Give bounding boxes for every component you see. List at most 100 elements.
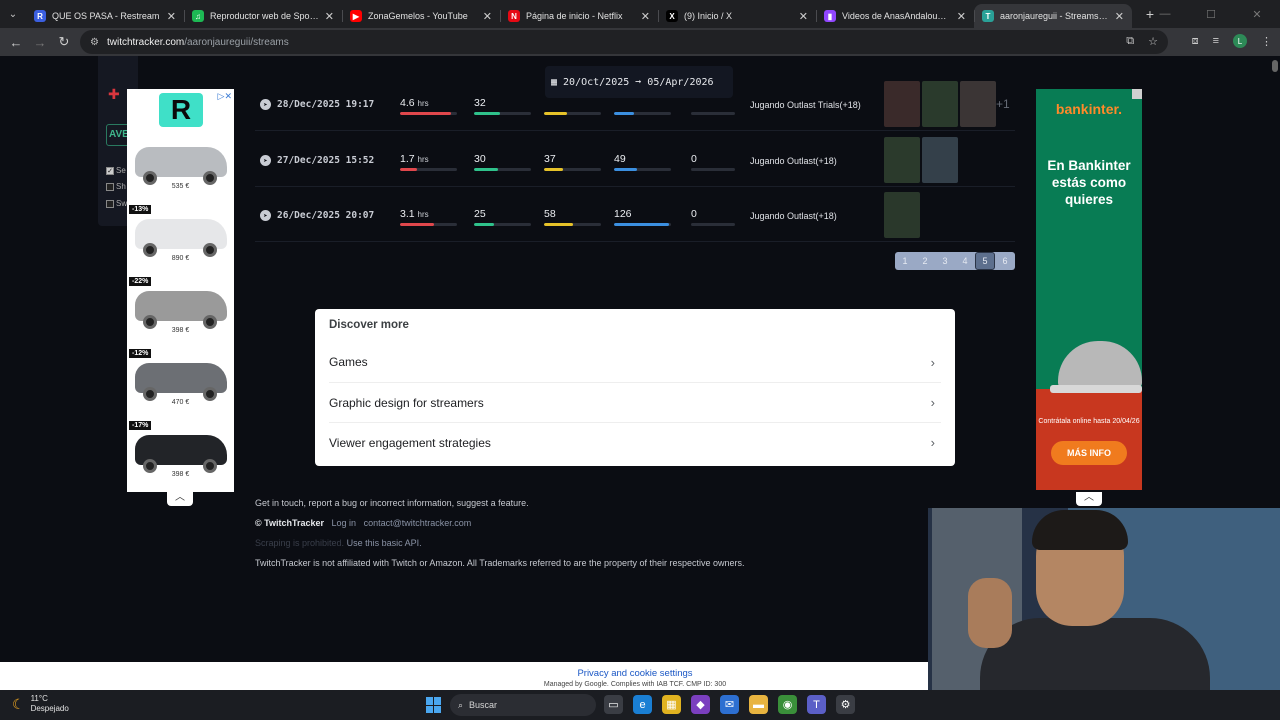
expand-arrow-icon[interactable]: ➤ bbox=[260, 155, 271, 166]
edge-icon[interactable]: e bbox=[633, 695, 652, 714]
discover-heading: Discover more bbox=[329, 319, 409, 331]
media-controls-icon[interactable]: ≡ bbox=[1213, 35, 1219, 47]
mail-icon[interactable]: ✉ bbox=[720, 695, 739, 714]
car-ad-item[interactable]: -17% 398 € bbox=[127, 421, 234, 487]
stream-date[interactable]: ➤ 27/Dec/2025 15:52 bbox=[260, 155, 374, 166]
x-icon: X bbox=[666, 10, 678, 22]
stream-title[interactable]: Jugando Outlast(+18) bbox=[750, 156, 837, 166]
car-price: 398 € bbox=[171, 471, 190, 478]
stream-date[interactable]: ➤ 26/Dec/2025 20:07 bbox=[260, 210, 374, 221]
close-window-icon[interactable]: ✕ bbox=[1234, 0, 1280, 28]
collapse-left-ad-icon[interactable]: ︿ bbox=[167, 492, 193, 506]
reload-icon[interactable]: ↻ bbox=[52, 34, 76, 50]
page-2-button[interactable]: 2 bbox=[915, 252, 935, 270]
car-ad-item[interactable]: -22% 398 € bbox=[127, 277, 234, 343]
browser-tab[interactable]: X (9) Inicio / X ✕ bbox=[658, 4, 816, 28]
page-1-button[interactable]: 1 bbox=[895, 252, 915, 270]
teams-icon[interactable]: T bbox=[807, 695, 826, 714]
page-5-button[interactable]: 5 bbox=[975, 252, 995, 270]
close-tab-icon[interactable]: ✕ bbox=[957, 10, 966, 23]
extensions-icon[interactable]: ⧈ bbox=[1192, 35, 1199, 48]
stream-followers-bar bbox=[614, 112, 671, 115]
chrome-icon[interactable]: ◉ bbox=[778, 695, 797, 714]
stream-duration-bar bbox=[400, 168, 457, 171]
game-thumbnail[interactable] bbox=[922, 137, 958, 183]
store-icon[interactable]: ▦ bbox=[662, 695, 681, 714]
game-thumbnail[interactable] bbox=[960, 81, 996, 127]
browser-tab[interactable]: ♫ Reproductor web de Spotify: m ✕ bbox=[184, 4, 342, 28]
close-tab-icon[interactable]: ✕ bbox=[641, 10, 650, 23]
site-info-icon[interactable]: ⚙ bbox=[90, 37, 99, 48]
stream-date[interactable]: ➤ 28/Dec/2025 19:17 bbox=[260, 99, 374, 110]
start-icon[interactable] bbox=[426, 697, 442, 713]
close-tab-icon[interactable]: ✕ bbox=[167, 10, 176, 23]
close-tab-icon[interactable]: ✕ bbox=[325, 10, 334, 23]
visual-studio-icon[interactable]: ◆ bbox=[691, 695, 710, 714]
settings-icon[interactable]: ⚙ bbox=[836, 695, 855, 714]
ad-choices-icon[interactable] bbox=[1132, 89, 1142, 99]
car-price: 398 € bbox=[171, 327, 190, 334]
browser-tab[interactable]: ▮ Videos de AnasAndaloussi - Tw ✕ bbox=[816, 4, 974, 28]
stream-duration-bar bbox=[400, 112, 457, 115]
login-link[interactable]: Log in bbox=[332, 518, 357, 528]
game-thumbnail[interactable] bbox=[884, 192, 920, 238]
stream-row[interactable]: ➤ 27/Dec/2025 15:52 1.7 hrs 30 37 49 0 Jugando … bbox=[255, 132, 1015, 187]
url-field[interactable]: ⚙ twitchtracker.com/aaronjaureguii/strea… bbox=[80, 30, 1168, 54]
webcam-overlay bbox=[928, 508, 1280, 690]
more-games-count: +1 bbox=[996, 97, 1010, 111]
right-bank-ad[interactable]: bankinter. En Bankinter estás como quier… bbox=[1036, 89, 1142, 490]
discover-item-viewer-engagement[interactable]: Viewer engagement strategies › bbox=[329, 422, 941, 462]
page-3-button[interactable]: 3 bbox=[935, 252, 955, 270]
minimize-icon[interactable]: — bbox=[1142, 0, 1188, 28]
game-thumbnail[interactable] bbox=[884, 81, 920, 127]
car-ad-item[interactable]: -13% 890 € bbox=[127, 205, 234, 271]
forward-icon[interactable]: → bbox=[28, 35, 52, 50]
browser-tab[interactable]: R QUE OS PASA - Restream ✕ bbox=[26, 4, 184, 28]
expand-arrow-icon[interactable]: ➤ bbox=[260, 99, 271, 110]
close-tab-icon[interactable]: ✕ bbox=[799, 10, 808, 23]
contact-email-link[interactable]: contact@twitchtracker.com bbox=[364, 518, 472, 528]
api-link[interactable]: Use this basic API. bbox=[347, 538, 422, 548]
game-thumbnail[interactable] bbox=[884, 137, 920, 183]
scrollbar[interactable] bbox=[1272, 60, 1278, 72]
close-tab-icon[interactable]: ✕ bbox=[483, 10, 492, 23]
stream-followers: 126 bbox=[614, 208, 632, 220]
file-explorer-icon[interactable]: ▬ bbox=[749, 695, 768, 714]
taskbar-search[interactable]: ⌕ Buscar bbox=[450, 694, 596, 716]
discover-more-panel: Discover more Games › Graphic design for … bbox=[315, 309, 955, 466]
weather-widget[interactable]: ☾ 11°C Despejado bbox=[12, 694, 69, 714]
maximize-icon[interactable]: ☐ bbox=[1188, 0, 1234, 28]
left-car-ad[interactable]: R ▷✕ 535 € -13% 890 € -22% 398 € -12% 470 € -17… bbox=[127, 89, 234, 492]
ad-cta-button[interactable]: MÁS INFO bbox=[1051, 441, 1127, 465]
discover-item-graphic-design[interactable]: Graphic design for streamers › bbox=[329, 382, 941, 422]
tab-label: ZonaGemelos - YouTube bbox=[368, 11, 468, 21]
expand-arrow-icon[interactable]: ➤ bbox=[260, 210, 271, 221]
collapse-right-ad-icon[interactable]: ︿ bbox=[1076, 492, 1102, 506]
bookmark-star-icon[interactable]: ☆ bbox=[1148, 35, 1158, 48]
game-thumbnail[interactable] bbox=[922, 81, 958, 127]
discover-item-games[interactable]: Games › bbox=[329, 342, 941, 382]
stream-row[interactable]: ➤ 26/Dec/2025 20:07 3.1 hrs 25 58 126 0 Jugando… bbox=[255, 187, 1015, 242]
close-tab-icon[interactable]: ✕ bbox=[1115, 10, 1124, 23]
back-icon[interactable]: ← bbox=[4, 35, 28, 50]
stream-row[interactable]: ➤ 28/Dec/2025 19:17 4.6 hrs 32 Jugando Outla… bbox=[255, 76, 1015, 131]
url-path: /aaronjaureguii/streams bbox=[184, 36, 289, 48]
weather-status: Despejado bbox=[30, 704, 69, 713]
task-view-icon[interactable]: ▭ bbox=[604, 695, 623, 714]
stream-title[interactable]: Jugando Outlast(+18) bbox=[750, 211, 837, 221]
browser-tab[interactable]: ▶ ZonaGemelos - YouTube ✕ bbox=[342, 4, 500, 28]
page-4-button[interactable]: 4 bbox=[955, 252, 975, 270]
profile-avatar[interactable]: L bbox=[1233, 34, 1247, 48]
car-ad-item[interactable]: -12% 470 € bbox=[127, 349, 234, 415]
stream-duration: 3.1 hrs bbox=[400, 208, 429, 220]
stream-title[interactable]: Jugando Outlast Trials(+18) bbox=[750, 100, 861, 110]
browser-tab[interactable]: N Página de inicio - Netflix ✕ bbox=[500, 4, 658, 28]
install-app-icon[interactable]: ⧉ bbox=[1126, 35, 1134, 48]
tab-search-icon[interactable]: ⌄ bbox=[0, 0, 26, 28]
ad-choices-icon[interactable]: ▷✕ bbox=[218, 91, 232, 102]
browser-tab[interactable]: Taaronjaureguii - Streams List a ✕ bbox=[974, 4, 1132, 28]
browser-menu-icon[interactable]: ⋮ bbox=[1261, 35, 1272, 48]
windows-taskbar: ☾ 11°C Despejado ⌕ Buscar ▭ e ▦ ◆ ✉ ▬ ◉ T … bbox=[0, 690, 1280, 720]
page-6-button[interactable]: 6 bbox=[995, 252, 1015, 270]
car-ad-item[interactable]: 535 € bbox=[127, 133, 234, 199]
